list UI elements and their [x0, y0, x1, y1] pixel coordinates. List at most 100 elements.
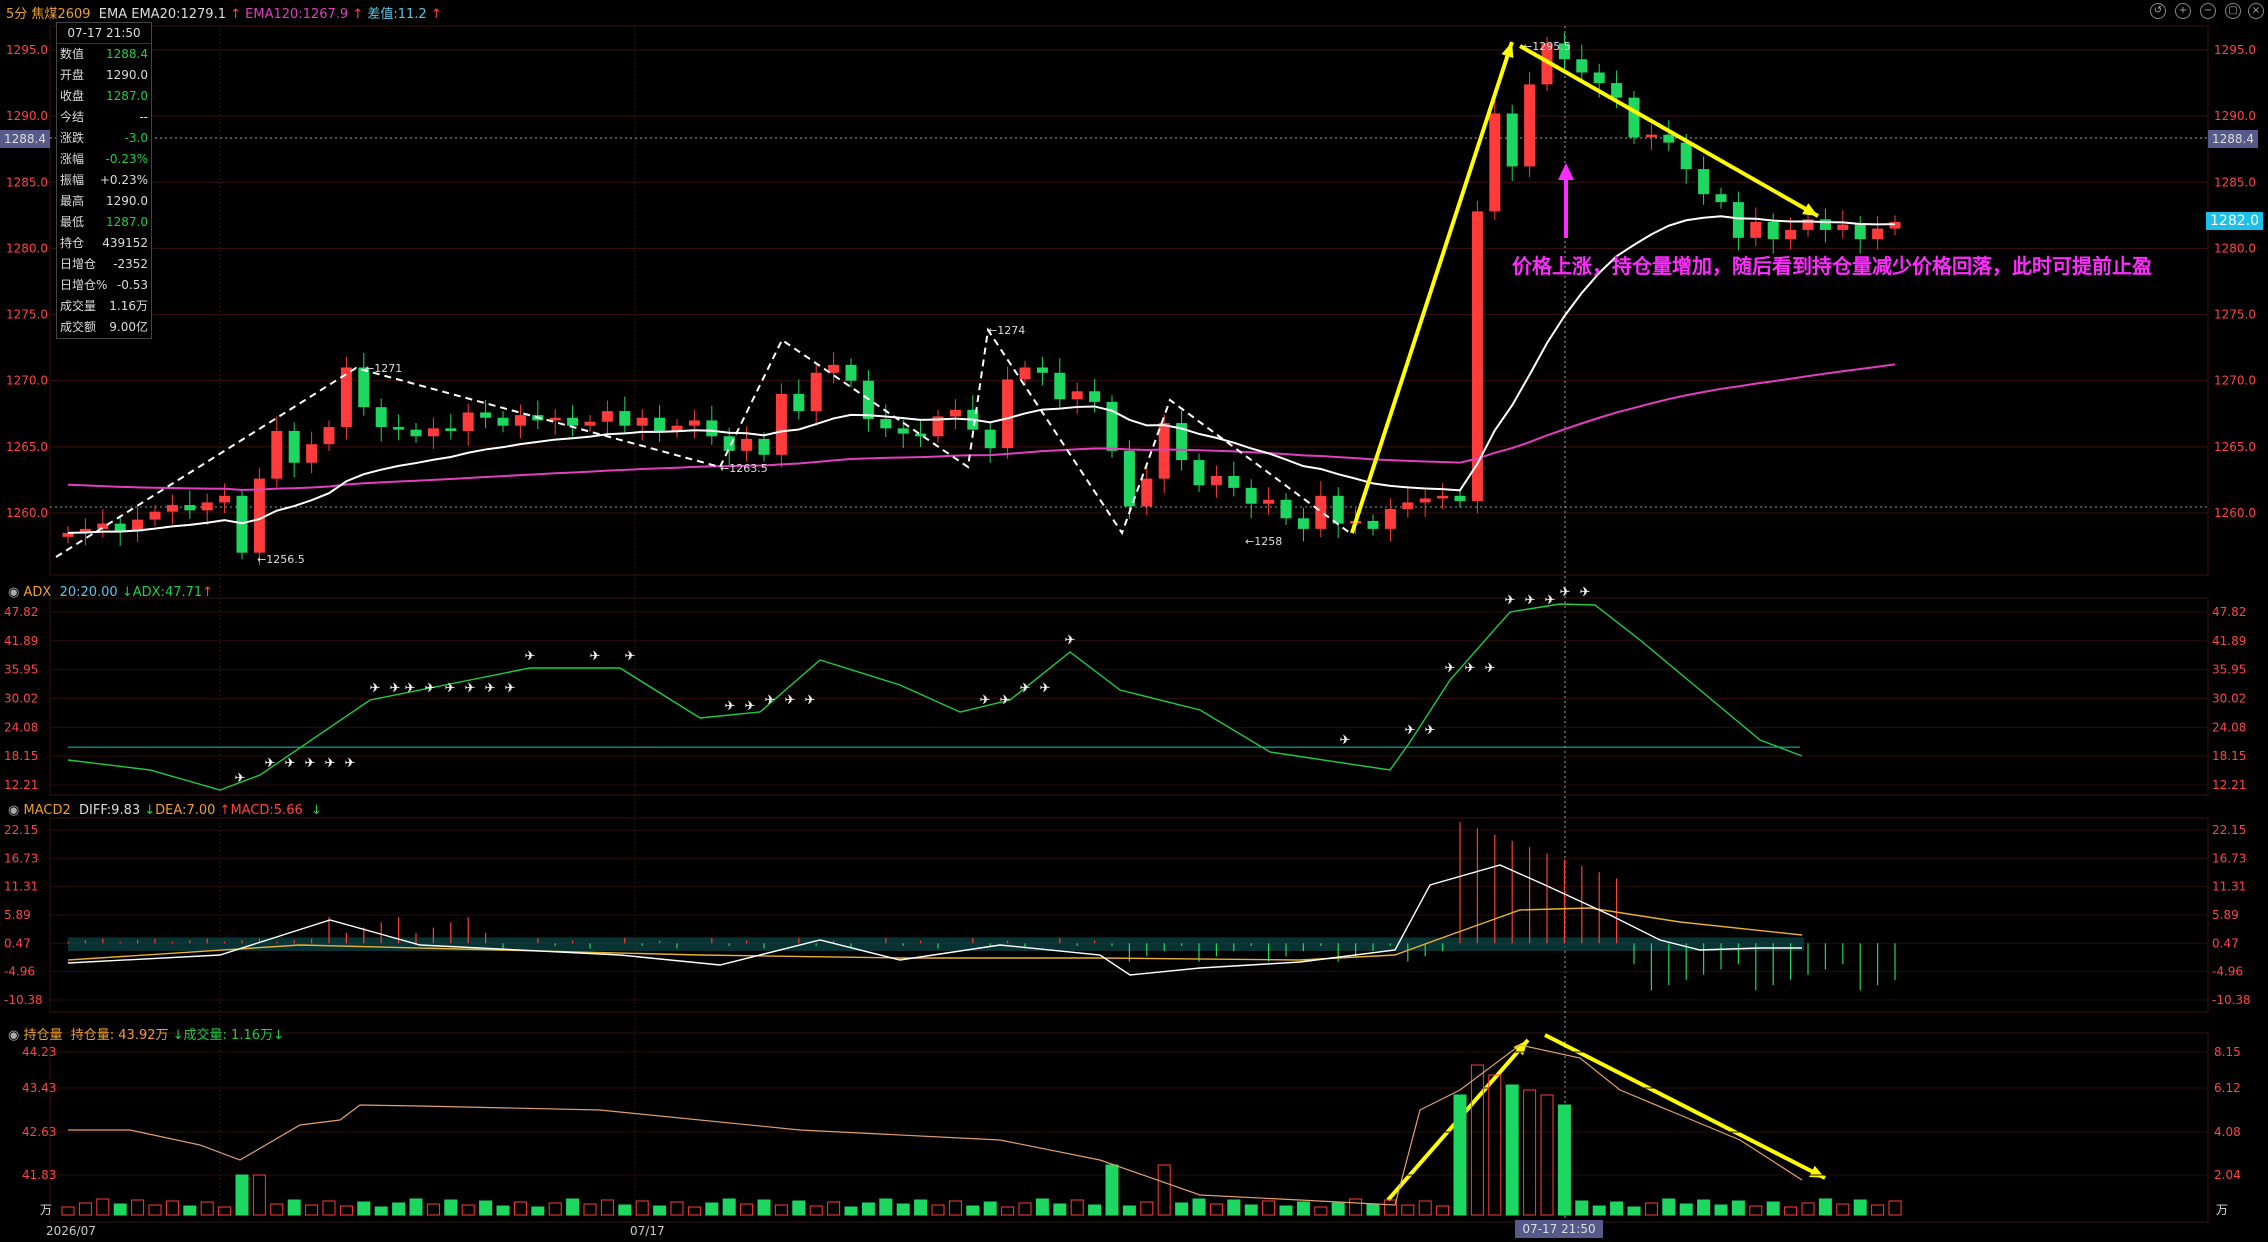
zoom-out-icon[interactable]: −	[2200, 3, 2216, 19]
diff-value: 差值:11.2	[367, 7, 427, 22]
adx-tick-right: 24.08	[2212, 720, 2246, 734]
volume-bar	[78, 1202, 92, 1216]
oi-unit-left: 万	[40, 1203, 52, 1217]
adx-signal-icon: ✈	[1000, 693, 1011, 708]
current-price-tag: 1282.0	[2206, 212, 2263, 230]
info-row: 最低 1287.0	[57, 212, 151, 233]
candle-body	[584, 421, 596, 426]
macd-tick-left: -4.96	[4, 965, 35, 979]
candle-body	[1854, 224, 1866, 240]
symbol-label[interactable]: 焦煤2609	[31, 7, 90, 22]
high-label: ←1271	[365, 362, 402, 375]
volume-bar	[861, 1202, 875, 1216]
adx-tick-right: 12.21	[2212, 778, 2246, 792]
adx-signal-icon: ✈	[1560, 585, 1571, 600]
candle-body	[845, 364, 857, 381]
info-value: 9.00亿	[109, 320, 148, 334]
candle-body	[1889, 221, 1901, 229]
candle-body	[1611, 83, 1623, 98]
candle-body	[1489, 113, 1501, 212]
collapse-icon[interactable]: ◉	[8, 1028, 19, 1043]
adx-signal-icon: ✈	[390, 681, 401, 696]
volume-bar	[96, 1198, 110, 1216]
chart-header: 5分 焦煤2609 EMA EMA20:1279.1 ↑ EMA120:1267…	[6, 7, 442, 22]
zoom-in-icon[interactable]: +	[2175, 3, 2191, 19]
info-key: 今结	[60, 110, 85, 124]
info-value: 1288.4	[106, 47, 148, 61]
close-icon[interactable]: ×	[2248, 3, 2264, 19]
volume-bar	[1296, 1201, 1310, 1216]
adx-signal-icon: ✈	[265, 756, 276, 771]
candle-body	[915, 433, 927, 437]
candle-body	[880, 419, 892, 429]
candle-body	[1698, 169, 1710, 195]
candle-body	[1732, 202, 1744, 238]
candle-body	[149, 511, 161, 520]
adx-tick-left: 41.89	[4, 634, 38, 648]
adx-name[interactable]: ADX	[23, 585, 51, 600]
futures-chart[interactable]: 1295.0 1295.0 1290.0 1290.0 1285.0 1285.0 1280…	[0, 0, 2268, 1242]
collapse-icon[interactable]: ◉	[8, 803, 19, 818]
oi-header: ◉ 持仓量 持仓量: 43.92万 ↓成交量: 1.16万↓	[8, 1028, 284, 1043]
adx-signal-icon: ✈	[745, 699, 756, 714]
oi-tick-left: 41.83	[22, 1168, 56, 1182]
volume-bar	[827, 1201, 841, 1216]
adx-tick-left: 47.82	[4, 605, 38, 619]
adx-signal-icon: ✈	[485, 681, 496, 696]
volume-bar	[1662, 1198, 1676, 1216]
volume-bar	[1122, 1205, 1136, 1216]
info-row: 涨跌 -3.0	[57, 128, 151, 149]
candle-body	[1785, 229, 1797, 240]
adx-signal-icon: ✈	[1065, 633, 1076, 648]
adx-signal-icon: ✈	[1405, 723, 1416, 738]
oi-value: 持仓量: 43.92万	[70, 1028, 169, 1043]
collapse-icon[interactable]: ◉	[8, 585, 19, 600]
info-key: 成交额	[60, 320, 97, 334]
volume-bar	[1001, 1206, 1015, 1216]
volume-bar	[583, 1203, 597, 1216]
candle-body	[1193, 460, 1205, 486]
price-tick-right: 1290.0	[2214, 109, 2256, 123]
volume-bar	[183, 1205, 197, 1216]
fullscreen-icon[interactable]: ▢	[2225, 3, 2241, 19]
candle-body	[1506, 113, 1518, 167]
info-value: --	[139, 110, 148, 124]
adx-signal-icon: ✈	[1525, 593, 1536, 608]
adx-tick-left: 35.95	[4, 663, 38, 677]
adx-signal-icon: ✈	[325, 756, 336, 771]
oi-name[interactable]: 持仓量	[23, 1028, 62, 1043]
candle-body	[201, 502, 213, 511]
volume-bar	[1714, 1204, 1728, 1216]
volume-bar	[844, 1206, 858, 1216]
volume-bar	[1088, 1204, 1102, 1216]
price-tick-right: 1295.0	[2214, 43, 2256, 57]
candle-body	[984, 429, 996, 449]
macd-tick-right: 0.47	[2212, 936, 2239, 950]
back-icon[interactable]: ↺	[2150, 3, 2166, 19]
candle-body	[1280, 499, 1292, 519]
candle-body	[1297, 518, 1309, 529]
candle-body	[1819, 219, 1831, 230]
candle-body	[1402, 502, 1414, 510]
macd-header: ◉ MACD2 DIFF:9.83 ↓DEA:7.00 ↑MACD:5.66 ↓	[8, 803, 322, 818]
price-tick-right: 1270.0	[2214, 374, 2256, 388]
info-value: -3.0	[124, 131, 148, 145]
info-value: -0.23%	[105, 152, 148, 166]
macd-tick-right: 16.73	[2212, 851, 2246, 865]
volume-bar	[531, 1206, 545, 1216]
volume-bar	[983, 1201, 997, 1216]
info-key: 持仓	[60, 236, 85, 250]
macd-name[interactable]: MACD2	[23, 803, 70, 818]
volume-bar	[461, 1204, 475, 1216]
volume-bar	[618, 1204, 632, 1216]
volume-bar	[653, 1205, 667, 1216]
adx-params: 20:20.00	[59, 585, 118, 600]
ema-label: EMA	[98, 7, 128, 22]
period-label[interactable]: 5分	[6, 7, 27, 22]
volume-bar	[1871, 1204, 1885, 1216]
info-key: 数值	[60, 47, 85, 61]
volume-bar	[687, 1206, 701, 1216]
adx-signal-icon: ✈	[980, 693, 991, 708]
adx-signal-icon: ✈	[505, 681, 516, 696]
info-panel: 07-17 21:50 数值 1288.4 开盘 1290.0 收盘 1287.0 今结 --…	[56, 22, 152, 339]
